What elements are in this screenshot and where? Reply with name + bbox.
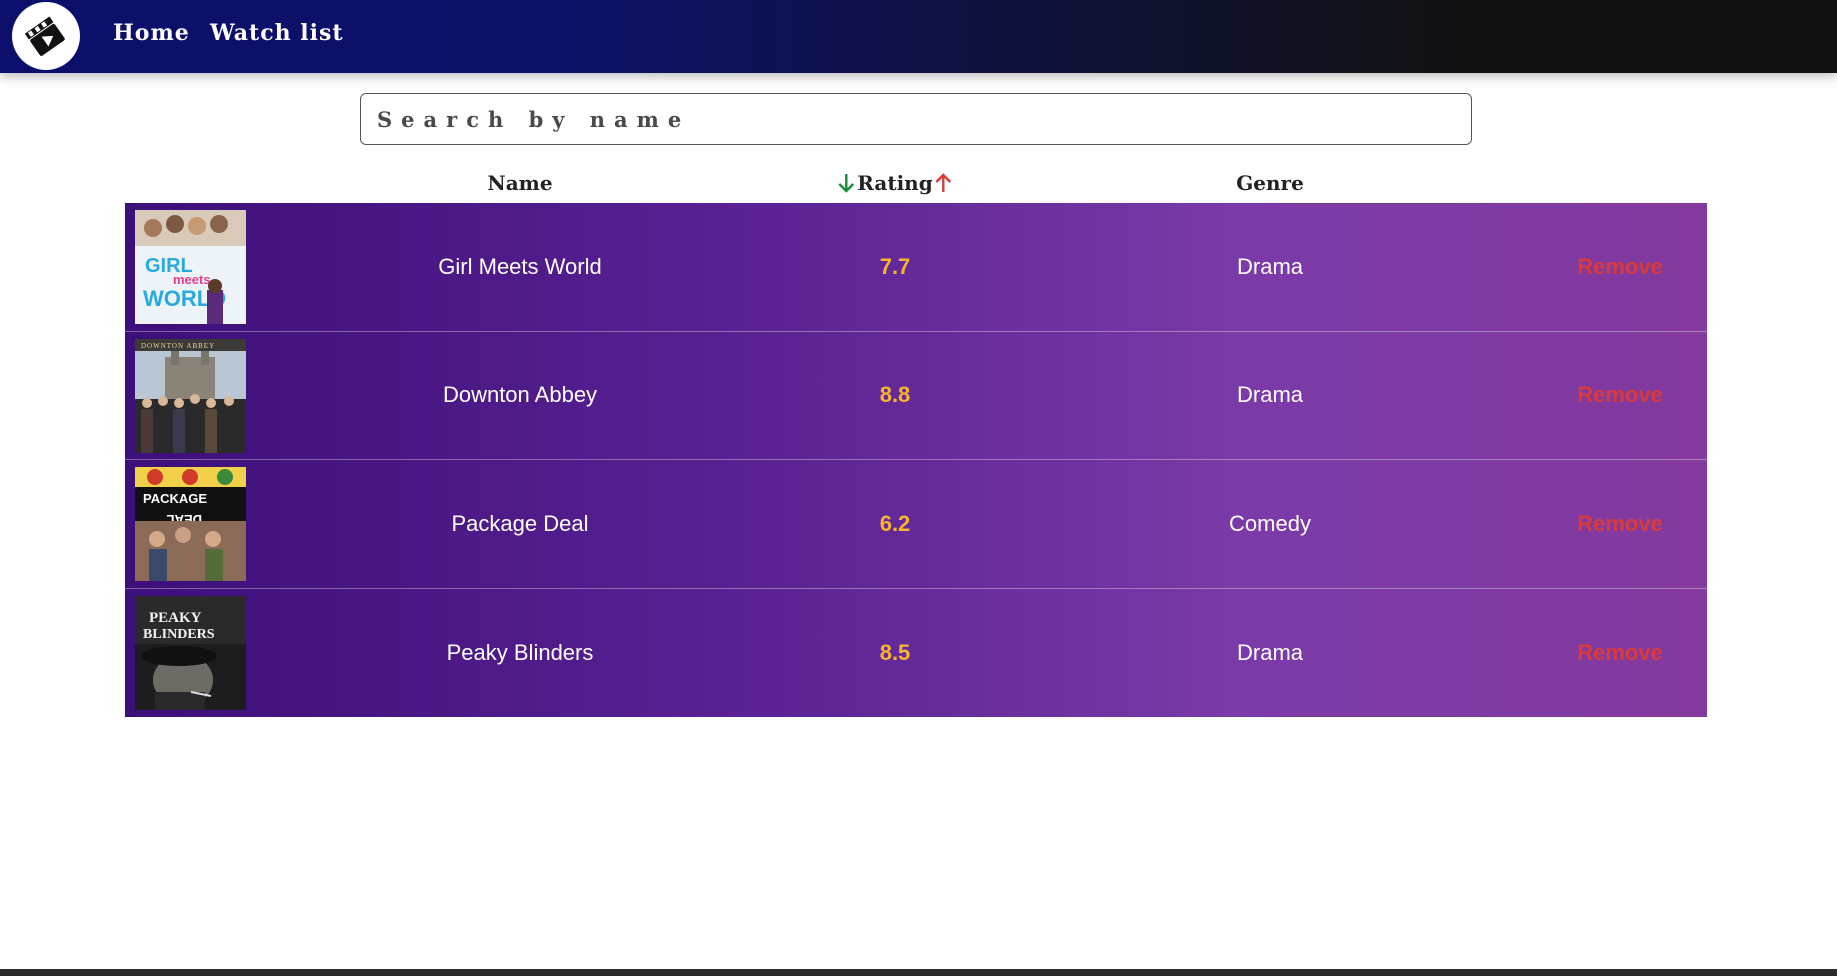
svg-text:DOWNTON ABBEY: DOWNTON ABBEY bbox=[141, 342, 215, 350]
header-genre: Genre bbox=[1236, 171, 1304, 195]
arrow-down-icon bbox=[838, 174, 855, 193]
remove-button[interactable]: Remove bbox=[1577, 640, 1663, 666]
film-clapper-icon bbox=[24, 16, 65, 56]
header-rating: Rating bbox=[837, 171, 952, 195]
table-row: PACKAGE DEAL Package Deal 6.2 Comedy Rem… bbox=[125, 460, 1707, 589]
row-genre: Drama bbox=[1236, 253, 1304, 279]
row-name: Downton Abbey bbox=[442, 382, 598, 408]
search-container bbox=[360, 93, 1472, 145]
poster-image: DOWNTON ABBEY bbox=[135, 338, 246, 453]
watchlist-table: Name Rating Genre GIRL meets WORLD Girl … bbox=[125, 165, 1707, 717]
poster-thumbnail: PEAKY BLINDERS bbox=[135, 595, 246, 710]
bottom-edge-bar bbox=[0, 969, 1837, 976]
table-row: PEAKY BLINDERS Peaky Blinders 8.5 Drama … bbox=[125, 589, 1707, 718]
row-rating: 8.5 bbox=[879, 639, 911, 665]
top-navbar: Home Watch list bbox=[0, 0, 1837, 73]
header-name-label: Name bbox=[487, 171, 553, 195]
remove-button[interactable]: Remove bbox=[1577, 254, 1663, 280]
row-name: Peaky Blinders bbox=[446, 639, 594, 665]
sort-ascending-button[interactable] bbox=[935, 172, 953, 194]
row-rating: 7.7 bbox=[879, 253, 911, 279]
remove-button[interactable]: Remove bbox=[1577, 382, 1663, 408]
table-header: Name Rating Genre bbox=[125, 165, 1707, 203]
row-name: Package Deal bbox=[451, 510, 589, 536]
header-rating-label: Rating bbox=[857, 171, 933, 195]
svg-text:BLINDERS: BLINDERS bbox=[143, 627, 215, 642]
table-body: GIRL meets WORLD Girl Meets World 7.7 Dr… bbox=[125, 203, 1707, 717]
svg-text:PEAKY: PEAKY bbox=[149, 610, 202, 626]
logo[interactable] bbox=[12, 2, 80, 70]
svg-text:meets: meets bbox=[173, 272, 211, 287]
table-row: GIRL meets WORLD Girl Meets World 7.7 Dr… bbox=[125, 203, 1707, 332]
row-rating: 6.2 bbox=[879, 510, 911, 536]
header-name: Name bbox=[487, 171, 552, 195]
row-rating: 8.8 bbox=[879, 382, 911, 408]
poster-image: PACKAGE DEAL bbox=[135, 467, 246, 581]
sort-descending-button[interactable] bbox=[837, 172, 855, 194]
header-genre-label: Genre bbox=[1236, 171, 1304, 195]
table-row: DOWNTON ABBEY Downton Abbey 8.8 Drama Re… bbox=[125, 332, 1707, 460]
remove-button[interactable]: Remove bbox=[1577, 511, 1663, 537]
poster-thumbnail: DOWNTON ABBEY bbox=[135, 338, 246, 453]
poster-image: PEAKY BLINDERS bbox=[135, 595, 246, 710]
poster-image: GIRL meets WORLD bbox=[135, 210, 246, 324]
row-name: Girl Meets World bbox=[438, 253, 602, 279]
row-genre: Drama bbox=[1236, 382, 1304, 408]
poster-thumbnail: GIRL meets WORLD bbox=[135, 210, 246, 324]
arrow-up-icon bbox=[935, 173, 952, 192]
svg-text:PACKAGE: PACKAGE bbox=[143, 491, 207, 506]
poster-thumbnail: PACKAGE DEAL bbox=[135, 467, 246, 581]
search-input[interactable] bbox=[360, 93, 1472, 145]
nav-home-link[interactable]: Home bbox=[113, 20, 190, 46]
nav-watchlist-link[interactable]: Watch list bbox=[210, 20, 344, 46]
row-genre: Drama bbox=[1236, 639, 1304, 665]
row-genre: Comedy bbox=[1229, 510, 1311, 536]
